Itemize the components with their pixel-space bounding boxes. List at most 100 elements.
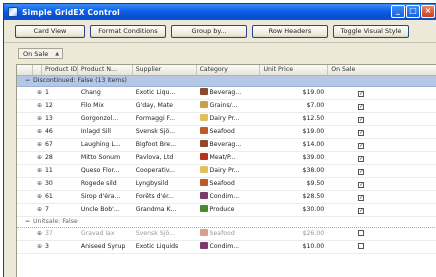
table-row[interactable]: ⊕ 28 Mitto Sonum Pavlova, Ltd Meat/P... $39.0… [17, 152, 436, 165]
collapse-icon[interactable]: − [25, 217, 33, 227]
group-row[interactable]: − Unitsale: False [17, 217, 436, 228]
row-headers-button[interactable]: Row Headers [252, 24, 328, 38]
cell-category: Produce [197, 204, 261, 216]
table-row[interactable]: ⊕ 12 Filo Mix G'day, Mate Grains/... $7.00 ✓ [17, 100, 436, 113]
cell-product-id: 28 [44, 154, 53, 161]
cell-on-sale [328, 241, 436, 253]
collapse-icon[interactable]: − [25, 76, 33, 86]
cell-unit-price: $38.00 [302, 167, 325, 174]
cell-category: Seafood [197, 126, 261, 138]
cell-category: Dairy Pr... [197, 165, 261, 177]
cell-category: Grains/... [197, 100, 261, 112]
table-row[interactable]: ⊕ 30 Rogede sild Lyngbysild Seafood $9.50 ✓ [17, 178, 436, 191]
group-chip-on-sale[interactable]: On Sale ▲ [18, 48, 63, 59]
cell-supplier: Exotic Liqu... [135, 89, 176, 96]
cell-product-id: 67 [44, 141, 53, 148]
category-image-icon [199, 127, 208, 134]
toggle-visual-style-button[interactable]: Toggle Visual Style [333, 24, 409, 38]
close-icon[interactable]: × [421, 5, 435, 18]
group-row[interactable]: − Discontinued: False (13 items) [17, 76, 436, 87]
data-grid[interactable]: Product ID Product N... Supplier Categor… [16, 64, 436, 277]
on-sale-checkbox[interactable]: ✓ [358, 208, 365, 214]
col-header-on-sale[interactable]: On Sale [328, 65, 436, 75]
row-indent [17, 165, 33, 177]
row-indent [17, 191, 33, 203]
pin-cell: ⊕ [33, 100, 42, 112]
cell-unit-price: $30.00 [302, 206, 325, 213]
app-icon [8, 7, 18, 17]
on-sale-checkbox[interactable]: ✓ [358, 117, 365, 123]
grid-header: Product ID Product N... Supplier Categor… [17, 65, 436, 76]
format-conditions-button[interactable]: Format Conditions [90, 24, 166, 38]
group-by-button[interactable]: Group by... [171, 24, 247, 38]
cell-product-name: Sirop d'éra... [80, 193, 121, 200]
card-view-button[interactable]: Card View [15, 24, 85, 38]
group-by-panel[interactable]: On Sale ▲ [4, 42, 436, 64]
table-row[interactable]: ⊕ 1 Chang Exotic Liqu... Beverag... $19.00 ✓ [17, 87, 436, 100]
category-label: Meat/P... [209, 154, 236, 161]
cell-unit-price: $19.00 [302, 89, 325, 96]
cell-unit-price: $26.00 [302, 230, 325, 237]
col-header-category[interactable]: Category [197, 65, 261, 75]
table-row[interactable]: ⊕ 7 Uncle Bob'... Grandma K... Produce $30.00… [17, 204, 436, 217]
col-header-product-name[interactable]: Product N... [78, 65, 133, 75]
cell-unit-price: $39.00 [302, 154, 325, 161]
col-header-product-id[interactable]: Product ID [42, 65, 78, 75]
category-image-icon [199, 140, 208, 147]
table-row[interactable]: ⊕ 3 Aniseed Syrup Exotic Liquids Condim... $1… [17, 241, 436, 254]
on-sale-checkbox[interactable] [358, 230, 365, 236]
cell-category: Condim... [197, 191, 261, 203]
maximize-icon[interactable]: □ [406, 5, 420, 18]
cell-unit-price: $19.00 [302, 128, 325, 135]
category-label: Condim... [209, 243, 240, 250]
pin-cell: ⊕ [33, 87, 42, 99]
cell-product-name: Queso Flor... [80, 167, 120, 174]
col-header-supplier[interactable]: Supplier [133, 65, 197, 75]
header-spacer [17, 65, 33, 75]
category-image-icon [199, 242, 208, 249]
on-sale-checkbox[interactable]: ✓ [358, 143, 365, 149]
title-bar[interactable]: Simple GridEX Control _ □ × [4, 4, 436, 20]
on-sale-checkbox[interactable]: ✓ [358, 195, 365, 201]
on-sale-checkbox[interactable]: ✓ [358, 182, 365, 188]
caption-buttons: _ □ × [391, 5, 435, 18]
main-window: Simple GridEX Control _ □ × Card View Fo… [3, 3, 436, 277]
row-indent [17, 139, 33, 151]
table-row[interactable]: ⊕ 67 Laughing L... Bigfoot Bre... Beverag...… [17, 139, 436, 152]
cell-category: Seafood [197, 178, 261, 190]
table-row[interactable]: ⊕ 11 Queso Flor... Cooperativ... Dairy Pr...… [17, 165, 436, 178]
pin-cell: ⊕ [33, 191, 42, 203]
group-row-label: Unitsale: False [33, 218, 78, 225]
col-header-unit-price[interactable]: Unit Price [260, 65, 329, 75]
table-row[interactable]: ⊕ 46 Inlagd Sill Svensk Sjö... Seafood $19.00… [17, 126, 436, 139]
on-sale-checkbox[interactable]: ✓ [358, 130, 365, 136]
pin-cell: ⊕ [33, 228, 42, 240]
cell-product-name: Uncle Bob'... [80, 206, 120, 213]
cell-category: Beverag... [197, 139, 261, 151]
sort-arrow-icon: ▲ [55, 50, 60, 57]
pin-cell: ⊕ [33, 204, 42, 216]
row-indent [17, 100, 33, 112]
cell-supplier: Svensk Sjö... [135, 128, 176, 135]
table-row[interactable]: ⊕ 61 Sirop d'éra... Forêts d'ér... Condim...… [17, 191, 436, 204]
on-sale-checkbox[interactable] [358, 243, 365, 249]
cell-on-sale: ✓ [328, 139, 436, 151]
grid-body: − Discontinued: False (13 items) ⊕ 1 Chang Ex… [17, 76, 436, 254]
group-chip-label: On Sale [23, 49, 49, 58]
cell-supplier: Grandma K... [135, 206, 177, 213]
cell-unit-price: $14.00 [302, 141, 325, 148]
row-indent [17, 113, 33, 125]
cell-supplier: Bigfoot Bre... [135, 141, 177, 148]
on-sale-checkbox[interactable]: ✓ [358, 91, 365, 97]
group-row-label: Discontinued: False (13 items) [33, 77, 127, 84]
category-image-icon [199, 153, 208, 160]
on-sale-checkbox[interactable]: ✓ [358, 156, 365, 162]
cell-supplier: G'day, Mate [135, 102, 173, 109]
cell-category: Meat/P... [197, 152, 261, 164]
minimize-icon[interactable]: _ [391, 5, 405, 18]
on-sale-checkbox[interactable]: ✓ [358, 104, 365, 110]
window-title: Simple GridEX Control [22, 7, 120, 17]
on-sale-checkbox[interactable]: ✓ [358, 169, 365, 175]
table-row[interactable]: ⊕ 37 Gravad lax Svensk Sjö... Seafood $26.00 [17, 228, 436, 241]
table-row[interactable]: ⊕ 13 Gorgonzol... Formaggi F... Dairy Pr... $… [17, 113, 436, 126]
